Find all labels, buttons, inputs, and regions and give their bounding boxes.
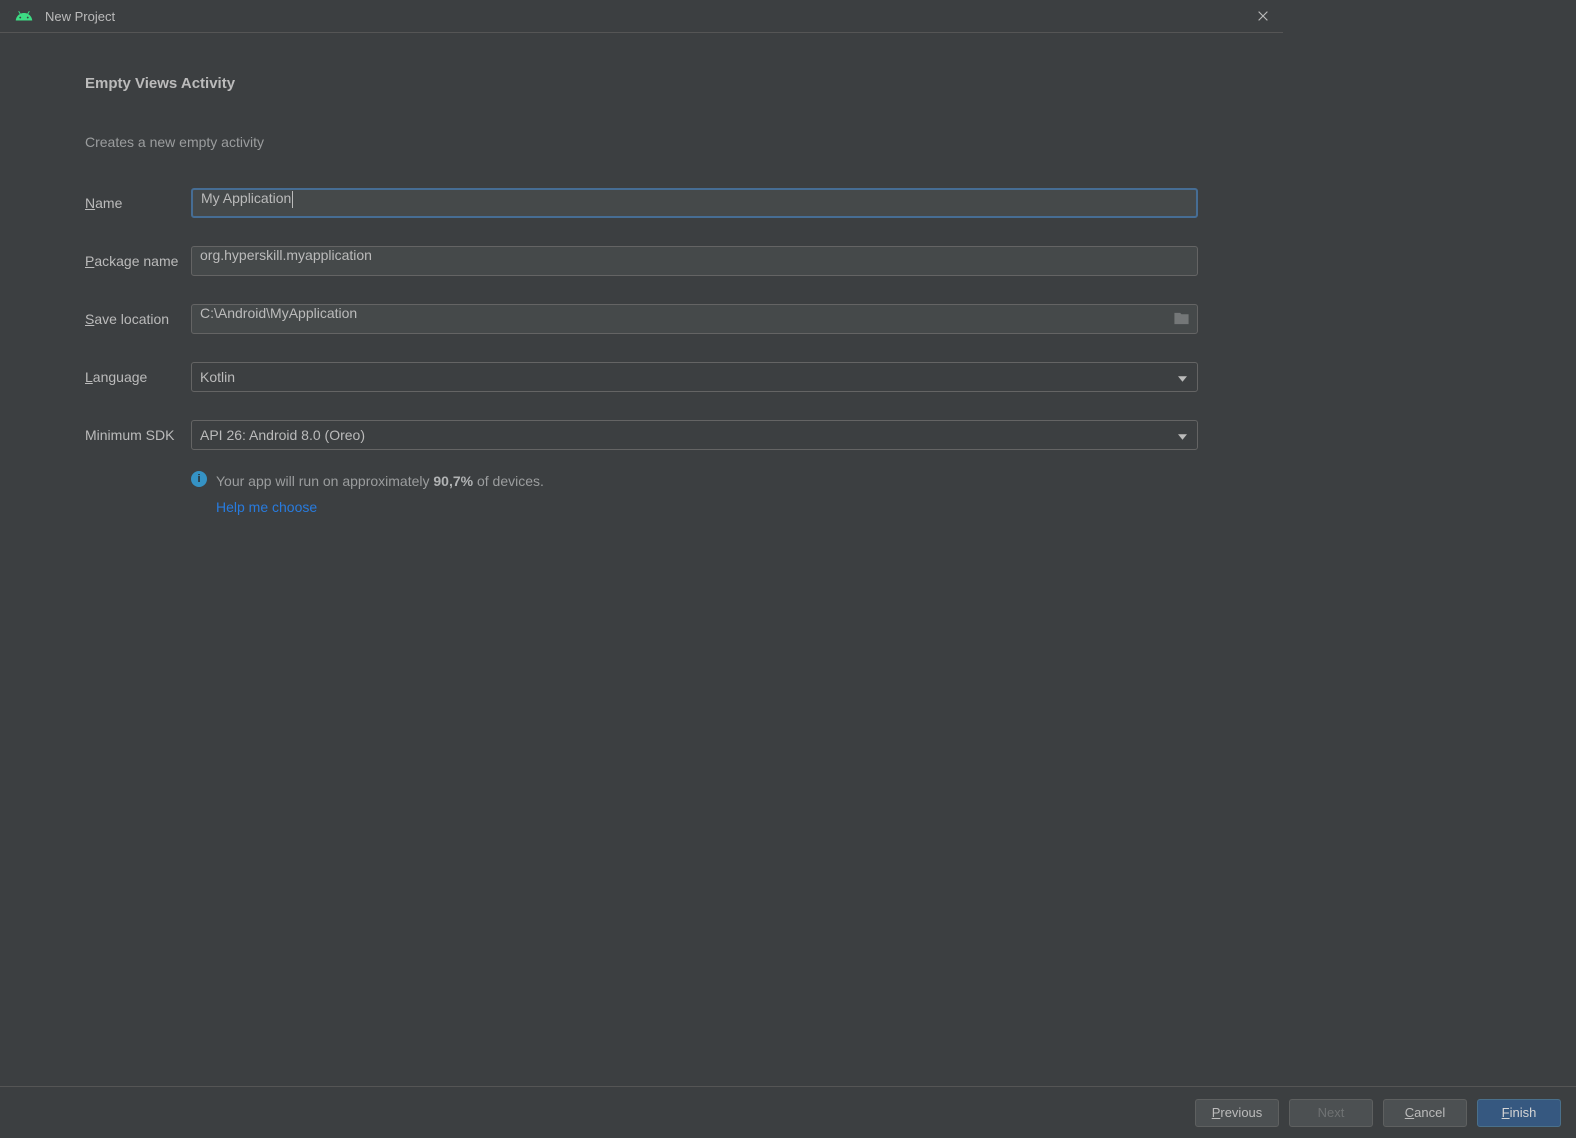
language-label: Language — [85, 369, 191, 385]
cancel-button[interactable]: Cancel — [1383, 1099, 1467, 1127]
android-icon — [15, 7, 33, 25]
name-input[interactable]: My Application — [191, 188, 1198, 218]
name-label: Name — [85, 195, 191, 211]
help-me-choose-link[interactable]: Help me choose — [216, 496, 544, 518]
chevron-down-icon — [1178, 369, 1187, 385]
location-input[interactable]: C:\Android\MyApplication — [191, 304, 1198, 334]
minsdk-label: Minimum SDK — [85, 427, 191, 443]
page-title: Empty Views Activity — [85, 75, 1198, 92]
browse-folder-icon[interactable] — [1173, 310, 1190, 330]
titlebar: New Project — [0, 0, 1283, 33]
device-coverage-info: i Your app will run on approximately 90,… — [191, 470, 1198, 519]
window-title: New Project — [45, 9, 115, 24]
next-button: Next — [1289, 1099, 1373, 1127]
package-label: Package name — [85, 253, 191, 269]
dialog-content: Empty Views Activity Creates a new empty… — [0, 33, 1283, 519]
language-select[interactable]: Kotlin — [191, 362, 1198, 392]
previous-button[interactable]: Previous — [1195, 1099, 1279, 1127]
page-description: Creates a new empty activity — [85, 134, 1198, 150]
minsdk-select[interactable]: API 26: Android 8.0 (Oreo) — [191, 420, 1198, 450]
package-input[interactable]: org.hyperskill.myapplication — [191, 246, 1198, 276]
info-icon: i — [191, 471, 207, 487]
location-label: Save location — [85, 311, 191, 327]
dialog-footer: Previous Next Cancel Finish — [0, 1086, 1576, 1138]
chevron-down-icon — [1178, 427, 1187, 443]
close-icon[interactable] — [1253, 6, 1273, 26]
finish-button[interactable]: Finish — [1477, 1099, 1561, 1127]
